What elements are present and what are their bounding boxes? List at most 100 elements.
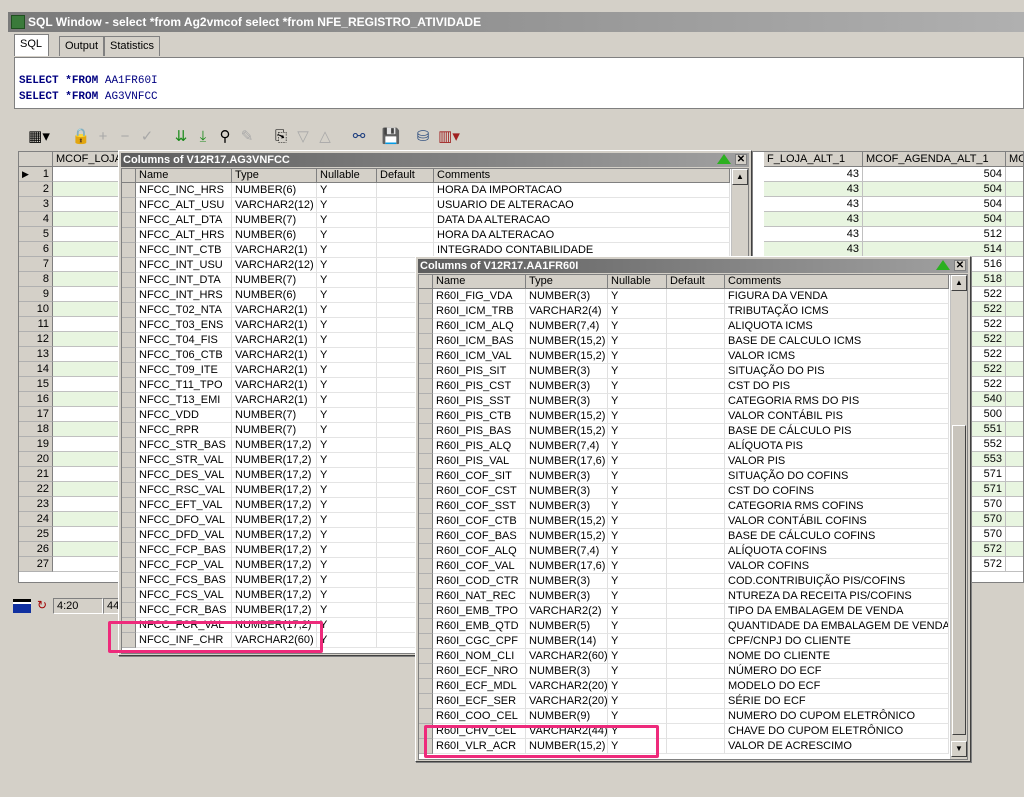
grid-cell[interactable] <box>1006 497 1023 512</box>
row-number[interactable]: 18 <box>19 422 53 437</box>
col-comments-header[interactable]: Comments <box>434 169 730 183</box>
column-header-mcof[interactable]: MCOF <box>1006 152 1023 167</box>
minus-icon[interactable]: − <box>114 126 136 148</box>
row-number[interactable]: 27 <box>19 557 53 572</box>
grid-cell[interactable] <box>1006 287 1023 302</box>
grid-cell[interactable] <box>1006 392 1023 407</box>
chart-icon[interactable]: ▥▾ <box>434 126 464 148</box>
grid-cell[interactable] <box>1006 242 1023 257</box>
tab-output[interactable]: Output <box>59 36 104 56</box>
grid-cell[interactable] <box>1006 362 1023 377</box>
grid-cell[interactable] <box>1006 227 1023 242</box>
col-nullable-header[interactable]: Nullable <box>317 169 377 183</box>
col-nullable-header[interactable]: Nullable <box>608 275 667 289</box>
row-number[interactable]: 26 <box>19 542 53 557</box>
column-row[interactable]: R60I_ECF_NRO NUMBER(3) Y NÚMERO DO ECF <box>419 664 967 679</box>
column-row[interactable]: R60I_COD_CTR NUMBER(3) Y COD.CONTRIBUIÇÃO P… <box>419 574 967 589</box>
row-number[interactable]: 6 <box>19 242 53 257</box>
column-row[interactable]: R60I_ECF_SER VARCHAR2(20) Y SÉRIE DO ECF <box>419 694 967 709</box>
row-number[interactable]: 14 <box>19 362 53 377</box>
row-number[interactable]: 12 <box>19 332 53 347</box>
column-row[interactable]: R60I_PIS_BAS NUMBER(15,2) Y BASE DE CÁLCULO… <box>419 424 967 439</box>
tab-sql[interactable]: SQL <box>14 34 49 56</box>
row-number[interactable]: 22 <box>19 482 53 497</box>
row-number[interactable]: 2 <box>19 182 53 197</box>
grid-cell[interactable] <box>1006 257 1023 272</box>
sql-editor[interactable]: SELECT *FROM AA1FR60I SELECT *FROM AG3VN… <box>14 57 1024 109</box>
link-icon[interactable]: ⚯ <box>348 126 370 148</box>
grid-cell[interactable] <box>1006 512 1023 527</box>
grid-cell[interactable] <box>1006 332 1023 347</box>
grid-cell[interactable]: 512 <box>863 227 1006 242</box>
column-row[interactable]: NFCC_ALT_USU VARCHAR2(12) Y USUARIO DE ALTE… <box>122 198 748 213</box>
grid-cell[interactable]: 43 <box>764 242 863 257</box>
grid-cell[interactable] <box>1006 317 1023 332</box>
grid-cell[interactable] <box>1006 272 1023 287</box>
grid-cell[interactable] <box>1006 527 1023 542</box>
close-icon[interactable]: ✕ <box>954 260 966 271</box>
col-default-header[interactable]: Default <box>667 275 725 289</box>
grid-cell[interactable]: 504 <box>863 167 1006 182</box>
grid-cell[interactable] <box>1006 302 1023 317</box>
column-row[interactable]: NFCC_ALT_HRS NUMBER(6) Y HORA DA ALTERACAO <box>122 228 748 243</box>
column-row[interactable]: R60I_PIS_CTB NUMBER(15,2) Y VALOR CONTÁBIL … <box>419 409 967 424</box>
grid-cell[interactable] <box>1006 482 1023 497</box>
grid-cell[interactable] <box>1006 212 1023 227</box>
grid-cell[interactable]: 514 <box>863 242 1006 257</box>
check-icon[interactable]: ✓ <box>136 126 158 148</box>
row-number[interactable]: 20 <box>19 452 53 467</box>
double-down-alt-icon[interactable]: ⤓ <box>192 126 214 148</box>
export-icon[interactable]: ⎘ <box>270 126 292 148</box>
binoculars-icon[interactable]: ⚲ <box>214 126 236 148</box>
row-number[interactable]: 19 <box>19 437 53 452</box>
row-number[interactable]: 25 <box>19 527 53 542</box>
column-row[interactable]: NFCC_ALT_DTA NUMBER(7) Y DATA DA ALTERACAO <box>122 213 748 228</box>
col-type-header[interactable]: Type <box>526 275 608 289</box>
collapse-icon[interactable] <box>936 260 950 270</box>
database-icon[interactable]: ⛁ <box>412 126 434 148</box>
grid-cell[interactable] <box>1006 347 1023 362</box>
grid-cell[interactable]: 504 <box>863 212 1006 227</box>
grid-cell[interactable]: 43 <box>764 227 863 242</box>
column-row[interactable]: NFCC_INC_HRS NUMBER(6) Y HORA DA IMPORTACAO <box>122 183 748 198</box>
col-name-header[interactable]: Name <box>433 275 526 289</box>
grid-cell[interactable] <box>1006 377 1023 392</box>
column-row[interactable]: R60I_COF_SST NUMBER(3) Y CATEGORIA RMS COFI… <box>419 499 967 514</box>
tab-statistics[interactable]: Statistics <box>104 36 160 56</box>
row-number[interactable]: 17 <box>19 407 53 422</box>
column-row[interactable]: R60I_PIS_SST NUMBER(3) Y CATEGORIA RMS DO P… <box>419 394 967 409</box>
column-row[interactable]: R60I_FIG_VDA NUMBER(3) Y FIGURA DA VENDA <box>419 289 967 304</box>
column-header-agenda-alt[interactable]: MCOF_AGENDA_ALT_1 <box>863 152 1006 167</box>
column-row[interactable]: R60I_COF_CTB NUMBER(15,2) Y VALOR CONTÁBIL … <box>419 514 967 529</box>
triangle-down-icon[interactable]: ▽ <box>292 126 314 148</box>
col-name-header[interactable]: Name <box>136 169 232 183</box>
column-row[interactable]: R60I_NOM_CLI VARCHAR2(60) Y NOME DO CLIENTE <box>419 649 967 664</box>
lock-icon[interactable]: 🔒 <box>70 126 92 148</box>
close-icon[interactable]: ✕ <box>735 154 747 165</box>
column-row[interactable]: R60I_PIS_ALQ NUMBER(7,4) Y ALÍQUOTA PIS <box>419 439 967 454</box>
column-row[interactable]: R60I_ICM_VAL NUMBER(15,2) Y VALOR ICMS <box>419 349 967 364</box>
double-down-icon[interactable]: ⇊ <box>170 126 192 148</box>
column-row[interactable]: R60I_CGC_CPF NUMBER(14) Y CPF/CNPJ DO CLIEN… <box>419 634 967 649</box>
column-row[interactable]: R60I_NAT_REC NUMBER(3) Y NTUREZA DA RECEITA… <box>419 589 967 604</box>
row-number[interactable]: 9 <box>19 287 53 302</box>
grid-cell[interactable] <box>1006 452 1023 467</box>
col-comments-header[interactable]: Comments <box>725 275 949 289</box>
row-number[interactable]: 10 <box>19 302 53 317</box>
column-row[interactable]: R60I_COF_CST NUMBER(3) Y CST DO COFINS <box>419 484 967 499</box>
grid-cell[interactable] <box>1006 437 1023 452</box>
grid-cell[interactable] <box>1006 182 1023 197</box>
column-row[interactable]: R60I_ICM_ALQ NUMBER(7,4) Y ALIQUOTA ICMS <box>419 319 967 334</box>
grid-cell[interactable] <box>1006 167 1023 182</box>
row-number[interactable]: 24 <box>19 512 53 527</box>
grid-cell[interactable]: 43 <box>764 212 863 227</box>
row-number[interactable]: 5 <box>19 227 53 242</box>
row-number[interactable]: 13 <box>19 347 53 362</box>
col-default-header[interactable]: Default <box>377 169 434 183</box>
grid-cell[interactable]: 43 <box>764 197 863 212</box>
collapse-icon[interactable] <box>717 154 731 164</box>
column-row[interactable]: R60I_COF_ALQ NUMBER(7,4) Y ALÍQUOTA COFINS <box>419 544 967 559</box>
grid-cell[interactable] <box>1006 407 1023 422</box>
column-header-loja-alt[interactable]: F_LOJA_ALT_1 <box>764 152 863 167</box>
grid-cell[interactable]: 504 <box>863 197 1006 212</box>
